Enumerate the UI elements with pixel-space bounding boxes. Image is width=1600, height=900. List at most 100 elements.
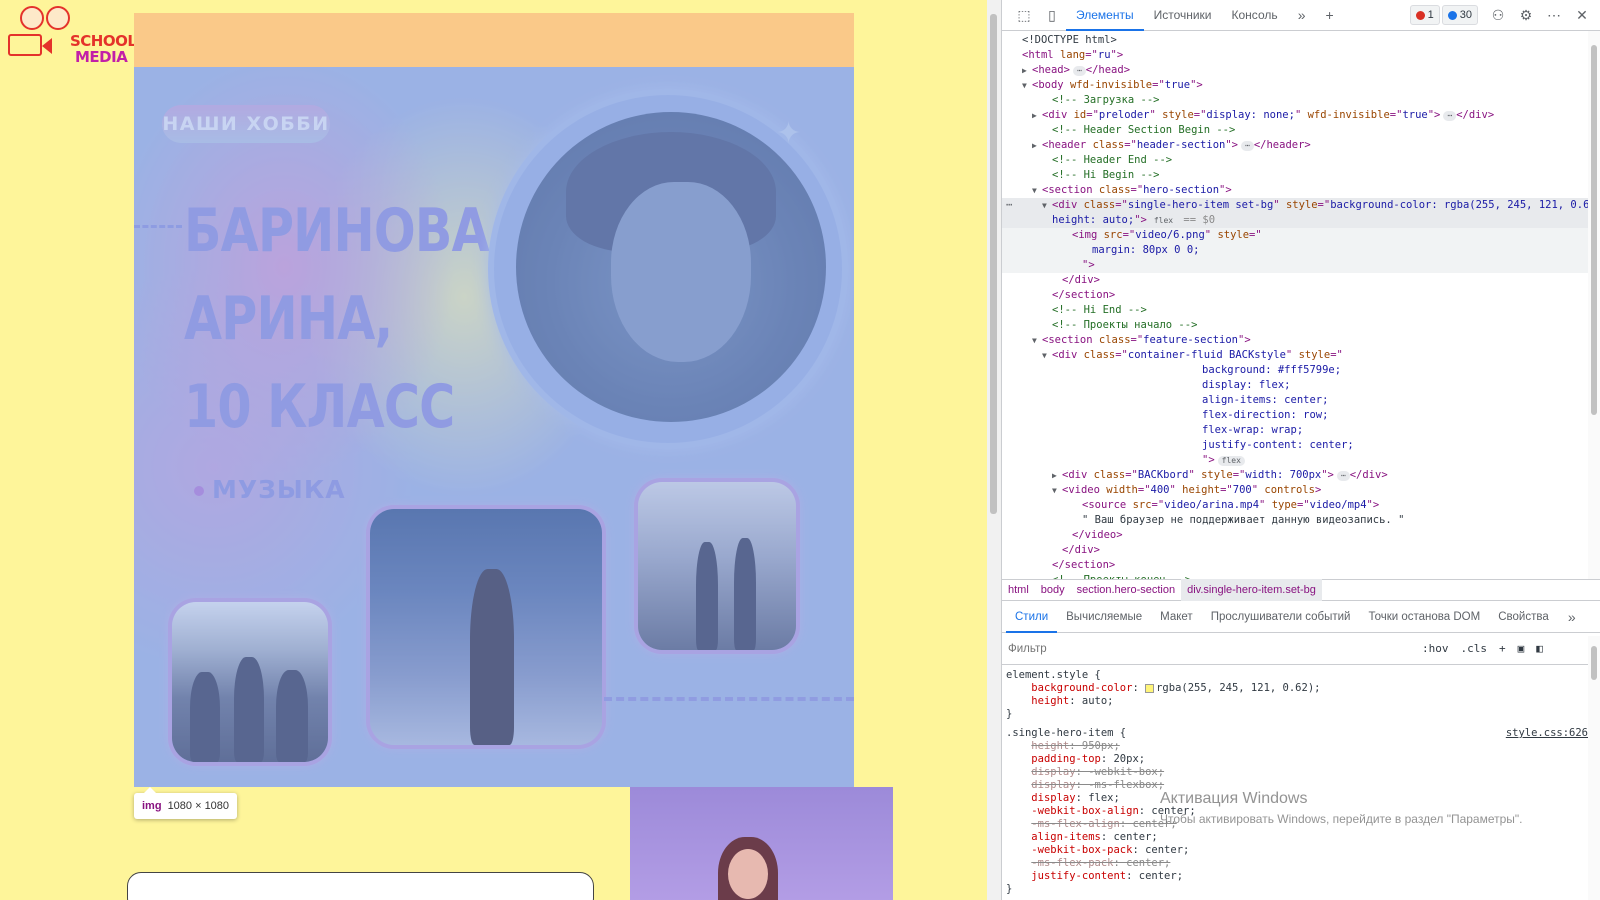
inspect-element-icon[interactable]: ⬚ [1010,3,1038,27]
collapsed-triangle-icon[interactable]: ▶ [1052,468,1062,483]
dom-node-line[interactable]: </div> [1002,273,1600,288]
css-declaration[interactable]: -ms-flex-align: center; [1002,818,1600,831]
device-toolbar-icon[interactable]: ▯ [1038,3,1066,27]
dom-tree-scrollbar[interactable] [1588,31,1600,579]
issues-icon[interactable]: ⚇ [1484,3,1512,27]
dom-node-line[interactable]: "> [1002,258,1600,273]
scrollbar-thumb[interactable] [990,14,997,514]
collapsed-triangle-icon[interactable]: ▶ [1032,138,1042,153]
dom-node-line[interactable]: ▶ <header class="header-section"> ⋯ </heade… [1002,138,1600,153]
tab-properties[interactable]: Свойства [1489,601,1558,633]
close-icon[interactable]: ✕ [1568,3,1596,27]
css-rule-close[interactable]: } [1002,708,1600,721]
paint-icon[interactable]: ▣ [1512,642,1531,655]
dom-node-line[interactable]: ▼ <section class="hero-section"> [1002,183,1600,198]
dom-node-line[interactable]: height: auto;"> flex == $0 [1002,213,1600,228]
page-scrollbar[interactable] [987,0,1001,900]
dom-tree[interactable]: <!DOCTYPE html> <html lang="ru"> ▶ <head> ⋯ <… [1002,31,1600,579]
hover-state-toggle[interactable]: :hov [1416,642,1455,655]
dom-node-line[interactable]: ▶ <head> ⋯ </head> [1002,63,1600,78]
dom-node-line[interactable]: margin: 80px 0 0; [1002,243,1600,258]
dom-node-line[interactable]: ▼ <section class="feature-section"> [1002,333,1600,348]
css-declaration[interactable]: -webkit-box-align: center; [1002,805,1600,818]
dom-node-line[interactable]: <!-- Загрузка --> [1002,93,1600,108]
stylesheet-link[interactable]: style.css:626 [1506,727,1588,740]
filter-input[interactable] [1006,636,1416,661]
tab-layout[interactable]: Макет [1151,601,1202,633]
expanded-triangle-icon[interactable]: ▼ [1042,348,1052,363]
css-declaration[interactable]: background-color: rgba(255, 245, 121, 0.… [1002,682,1600,695]
dom-node-line[interactable]: <source src="video/arina.mp4" type="vide… [1002,498,1600,513]
dom-node-line[interactable]: ▶ <div id="preloder" style="display: none… [1002,108,1600,123]
message-count-badge[interactable]: 30 [1441,5,1478,25]
dom-node-line[interactable]: <!-- Header Section Begin --> [1002,123,1600,138]
css-declaration[interactable]: height: auto; [1002,695,1600,708]
scrollbar-thumb[interactable] [1591,45,1597,415]
tab-event-listeners[interactable]: Прослушиватели событий [1202,601,1360,633]
error-count-badge[interactable]: 1 [1409,5,1440,25]
expanded-triangle-icon[interactable]: ▼ [1052,483,1062,498]
dom-node-line[interactable]: <!-- Hi End --> [1002,303,1600,318]
sidebar-toggle-icon[interactable]: ◧ [1530,642,1549,655]
dom-node-line[interactable]: ▶ <div class="BACKbord" style="width: 700… [1002,468,1600,483]
css-rule-selector[interactable]: .single-hero-item {style.css:626 [1002,727,1600,740]
more-options-icon[interactable]: ⋯ [1540,3,1568,27]
dom-node-line[interactable]: <img src="video/6.png" style=" [1002,228,1600,243]
expanded-triangle-icon[interactable]: ▼ [1042,198,1052,213]
dom-node-line[interactable]: flex-wrap: wrap; [1002,423,1600,438]
tab-styles[interactable]: Стили [1006,601,1058,633]
css-rule-selector[interactable]: element.style { [1002,669,1600,682]
dom-node-line[interactable]: " Ваш браузер не поддерживает данную вид… [1002,513,1600,528]
styles-scrollbar[interactable] [1588,636,1600,900]
collapsed-triangle-icon[interactable]: ▶ [1032,108,1042,123]
tab-console[interactable]: Консоль [1222,0,1288,31]
breadcrumb-item[interactable]: section.hero-section [1071,579,1181,601]
dom-node-line[interactable]: <!DOCTYPE html> [1002,33,1600,48]
expanded-triangle-icon[interactable]: ▼ [1032,333,1042,348]
dom-node-line[interactable]: <!-- Hi Begin --> [1002,168,1600,183]
dom-node-line[interactable]: ▼ <body wfd-invisible="true"> [1002,78,1600,93]
css-declaration[interactable]: -webkit-box-pack: center; [1002,844,1600,857]
css-rule-close[interactable]: } [1002,883,1600,896]
dom-node-line[interactable]: </video> [1002,528,1600,543]
dom-node-line[interactable]: <!-- Проекты начало --> [1002,318,1600,333]
video-thumbnail[interactable] [630,787,893,900]
dom-node-line[interactable]: justify-content: center; [1002,438,1600,453]
more-tabs-icon[interactable]: » [1558,605,1586,629]
add-tab-icon[interactable]: + [1316,3,1344,27]
css-declaration[interactable]: align-items: center; [1002,831,1600,844]
dom-node-line[interactable]: "> flex [1002,453,1600,468]
collapsed-triangle-icon[interactable]: ▶ [1022,63,1032,78]
tab-computed[interactable]: Вычисляемые [1057,601,1151,633]
expanded-triangle-icon[interactable]: ▼ [1032,183,1042,198]
css-declaration[interactable]: display: -ms-flexbox; [1002,779,1600,792]
new-rule-icon[interactable]: + [1493,642,1512,655]
css-declaration[interactable]: height: 950px; [1002,740,1600,753]
dom-node-line[interactable]: ▼ <div class="single-hero-item set-bg" st… [1002,198,1600,213]
scrollbar-thumb[interactable] [1591,646,1597,680]
class-toggle[interactable]: .cls [1455,642,1494,655]
dom-node-line[interactable]: flex-direction: row; [1002,408,1600,423]
more-tabs-icon[interactable]: » [1288,3,1316,27]
dom-node-line[interactable]: </div> [1002,543,1600,558]
dom-node-line[interactable]: </section> [1002,288,1600,303]
tab-elements[interactable]: Элементы [1066,0,1144,31]
dom-node-line[interactable]: ▼ <div class="container-fluid BACKstyle" … [1002,348,1600,363]
dom-node-line[interactable]: ▼ <video width="400" height="700" control… [1002,483,1600,498]
dom-node-line[interactable]: align-items: center; [1002,393,1600,408]
breadcrumb-item-active[interactable]: div.single-hero-item.set-bg [1181,579,1322,601]
dom-node-line[interactable]: background: #fff5799e; [1002,363,1600,378]
dom-node-line[interactable]: <html lang="ru"> [1002,48,1600,63]
dom-node-line[interactable]: </section> [1002,558,1600,573]
styles-pane[interactable]: element.style { background-color: rgba(2… [1002,665,1600,900]
tab-dom-breakpoints[interactable]: Точки останова DOM [1359,601,1489,633]
css-declaration[interactable]: justify-content: center; [1002,870,1600,883]
school-media-logo[interactable]: SCHOOL MEDIA [4,6,137,65]
css-declaration[interactable]: -ms-flex-pack: center; [1002,857,1600,870]
expanded-triangle-icon[interactable]: ▼ [1022,78,1032,93]
tab-sources[interactable]: Источники [1144,0,1222,31]
css-declaration[interactable]: padding-top: 20px; [1002,753,1600,766]
settings-gear-icon[interactable]: ⚙ [1512,3,1540,27]
css-declaration[interactable]: display: flex; [1002,792,1600,805]
css-declaration[interactable]: display: -webkit-box; [1002,766,1600,779]
